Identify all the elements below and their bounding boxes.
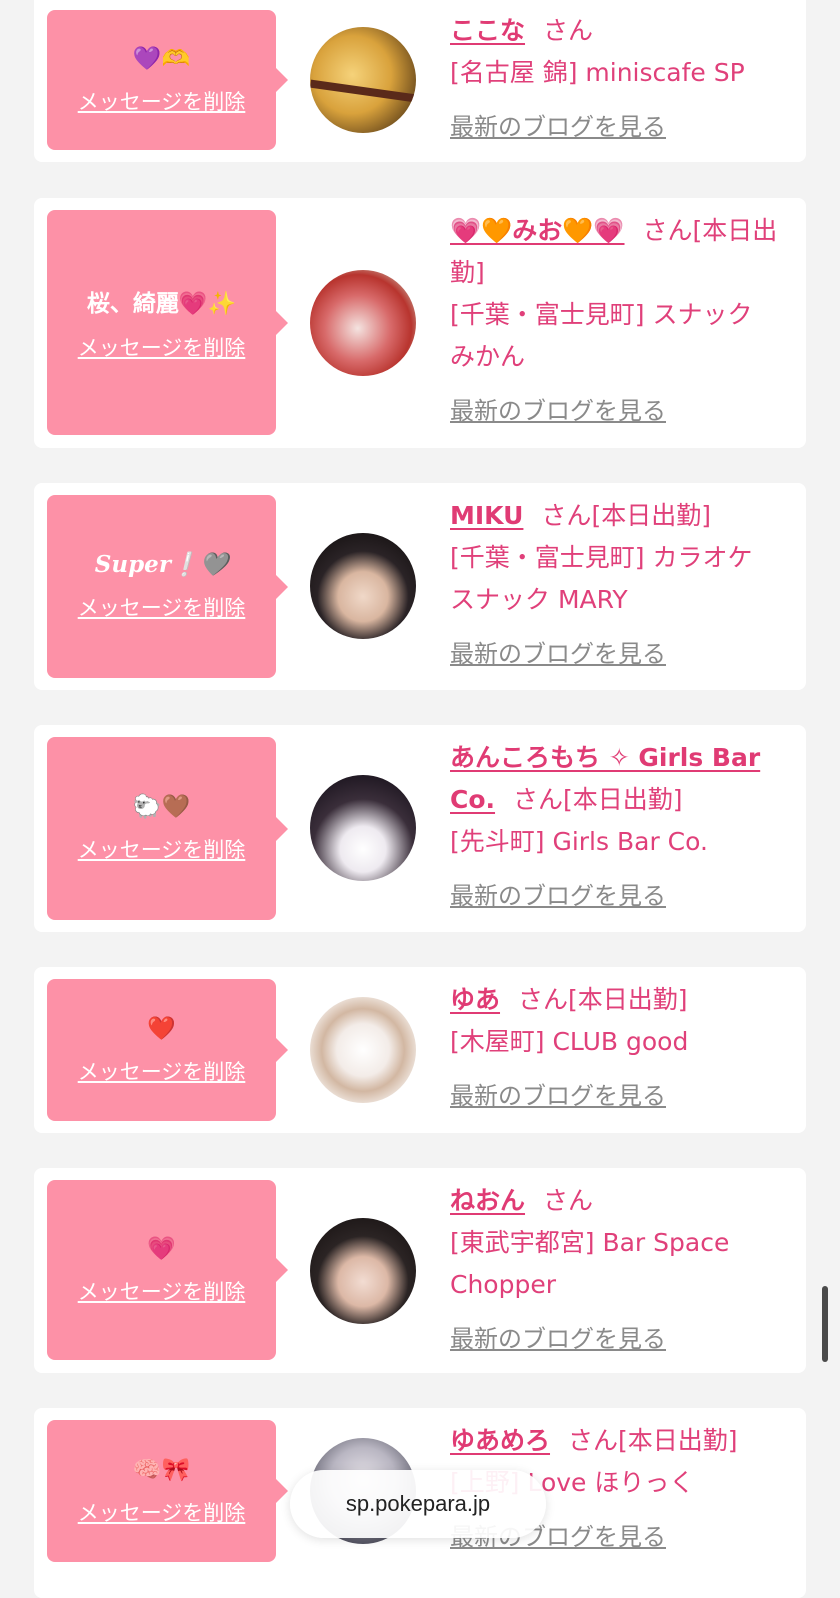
shop-name: [千葉・富士見町] スナック みかん <box>450 300 753 371</box>
honorific: さん <box>543 16 594 45</box>
message-text: ❤️ <box>147 1015 176 1042</box>
shop-name: [東武宇都宮] Bar Space Chopper <box>450 1228 730 1299</box>
message-bubble: ❤️ メッセージを削除 <box>47 979 288 1121</box>
message-text: 🧠🎀 <box>132 1456 191 1483</box>
latest-blog-link[interactable]: 最新のブログを見る <box>450 390 782 432</box>
message-card: 🐑🤎 メッセージを削除 あんころもち ✧ Girls Bar Co. さん[本日出… <box>34 725 806 932</box>
honorific: さん <box>642 216 693 245</box>
work-status: [本日出勤] <box>618 1426 738 1455</box>
delete-message-link[interactable]: メッセージを削除 <box>78 1276 246 1306</box>
shop-name: [先斗町] Girls Bar Co. <box>450 827 708 856</box>
message-bubble: 桜、綺麗💗✨ メッセージを削除 <box>47 210 288 435</box>
cast-info: MIKU さん[本日出勤] [千葉・富士見町] カラオケ スナック MARY 最新… <box>450 495 782 675</box>
delete-message-link[interactable]: メッセージを削除 <box>78 834 246 864</box>
url-bar[interactable]: sp.pokepara.jp <box>290 1470 546 1538</box>
cast-info: あんころもち ✧ Girls Bar Co. さん[本日出勤] [先斗町] Gir… <box>450 737 782 917</box>
cast-name-link[interactable]: ゆあめろ <box>450 1426 550 1455</box>
message-card: Super❕🩶 メッセージを削除 MIKU さん[本日出勤] [千葉・富士見町] … <box>34 483 806 690</box>
message-text: 💜🫶 <box>132 45 191 72</box>
avatar[interactable] <box>310 270 416 376</box>
honorific: さん <box>543 1186 594 1215</box>
avatar[interactable] <box>310 775 416 881</box>
avatar[interactable] <box>310 1218 416 1324</box>
work-status: [本日出勤] <box>563 785 683 814</box>
message-bubble: Super❕🩶 メッセージを削除 <box>47 495 288 678</box>
latest-blog-link[interactable]: 最新のブログを見る <box>450 1075 782 1117</box>
honorific: さん <box>568 1426 619 1455</box>
shop-name: [木屋町] CLUB good <box>450 1027 689 1056</box>
honorific: さん <box>541 501 592 530</box>
url-text: sp.pokepara.jp <box>345 1491 491 1516</box>
message-bubble: 💜🫶 メッセージを削除 <box>47 10 288 150</box>
message-card: ❤️ メッセージを削除 ゆあ さん[本日出勤] [木屋町] CLUB good 最… <box>34 967 806 1133</box>
cast-name-link[interactable]: ここな <box>450 16 525 45</box>
cast-info: ここな さん [名古屋 錦] miniscafe SP 最新のブログを見る <box>450 10 782 148</box>
honorific: さん <box>518 985 569 1014</box>
work-status: [本日出勤] <box>568 985 688 1014</box>
honorific: さん <box>513 785 564 814</box>
cast-name-link[interactable]: ゆあ <box>450 985 500 1014</box>
message-card: 桜、綺麗💗✨ メッセージを削除 💗🧡みお🧡💗 さん[本日出勤] [千葉・富士見町]… <box>34 198 806 448</box>
cast-info: 💗🧡みお🧡💗 さん[本日出勤] [千葉・富士見町] スナック みかん 最新のブログ… <box>450 210 782 432</box>
shop-name: [千葉・富士見町] カラオケ スナック MARY <box>450 543 753 614</box>
cast-name-link[interactable]: ねおん <box>450 1186 525 1215</box>
delete-message-link[interactable]: メッセージを削除 <box>78 1056 246 1086</box>
message-bubble: 🧠🎀 メッセージを削除 <box>47 1420 288 1562</box>
delete-message-link[interactable]: メッセージを削除 <box>78 1497 246 1527</box>
latest-blog-link[interactable]: 最新のブログを見る <box>450 633 782 675</box>
message-bubble: 💗 メッセージを削除 <box>47 1180 288 1360</box>
work-status: [本日出勤] <box>591 501 711 530</box>
cast-info: ゆあ さん[本日出勤] [木屋町] CLUB good 最新のブログを見る <box>450 979 782 1117</box>
cast-info: ねおん さん [東武宇都宮] Bar Space Chopper 最新のブログを見… <box>450 1180 782 1360</box>
delete-message-link[interactable]: メッセージを削除 <box>78 592 246 622</box>
scrollbar[interactable] <box>822 1286 828 1362</box>
shop-name: [名古屋 錦] miniscafe SP <box>450 58 745 87</box>
delete-message-link[interactable]: メッセージを削除 <box>78 86 246 116</box>
avatar[interactable] <box>310 27 416 133</box>
message-card: 💗 メッセージを削除 ねおん さん [東武宇都宮] Bar Space Chopp… <box>34 1168 806 1373</box>
message-card: 💜🫶 メッセージを削除 ここな さん [名古屋 錦] miniscafe SP 最… <box>34 0 806 162</box>
message-text: 桜、綺麗💗✨ <box>86 290 237 317</box>
latest-blog-link[interactable]: 最新のブログを見る <box>450 106 782 148</box>
avatar[interactable] <box>310 997 416 1103</box>
message-bubble: 🐑🤎 メッセージを削除 <box>47 737 288 920</box>
message-text: 🐑🤎 <box>132 794 191 820</box>
cast-name-link[interactable]: 💗🧡みお🧡💗 <box>450 216 625 245</box>
latest-blog-link[interactable]: 最新のブログを見る <box>450 1318 782 1360</box>
avatar[interactable] <box>310 533 416 639</box>
message-text: 💗 <box>147 1235 176 1262</box>
latest-blog-link[interactable]: 最新のブログを見る <box>450 875 782 917</box>
cast-name-link[interactable]: MIKU <box>450 501 523 530</box>
message-text: Super❕🩶 <box>94 551 229 578</box>
delete-message-link[interactable]: メッセージを削除 <box>78 332 246 362</box>
